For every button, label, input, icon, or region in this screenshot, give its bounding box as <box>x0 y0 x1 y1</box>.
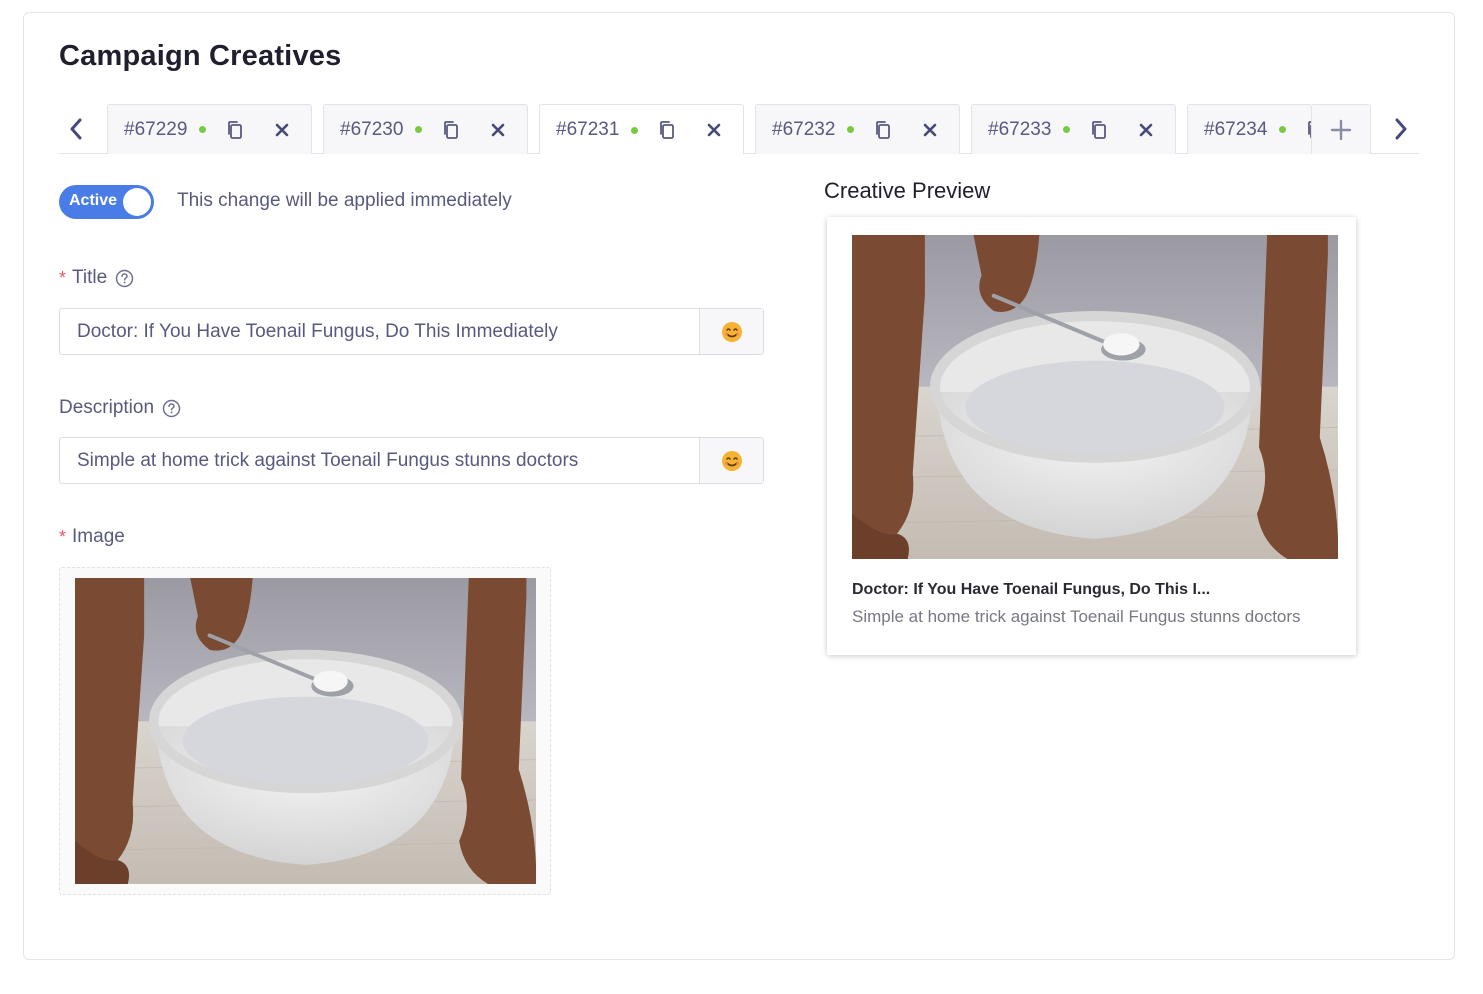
add-tab-button[interactable] <box>1311 104 1371 154</box>
active-toggle[interactable]: Active <box>59 185 154 219</box>
required-asterisk: * <box>59 526 67 547</box>
smiley-icon <box>721 450 742 471</box>
tab-creative[interactable]: #67229 <box>107 104 312 154</box>
close-icon[interactable] <box>706 121 724 139</box>
status-dot <box>631 126 639 134</box>
plus-icon <box>1330 119 1352 140</box>
status-dot <box>847 126 855 133</box>
tab-label: #67232 <box>772 118 836 140</box>
help-icon[interactable] <box>162 399 181 418</box>
tab-label: #67234 <box>1204 118 1268 140</box>
status-dot <box>199 126 207 133</box>
tab-label: #67229 <box>124 118 188 140</box>
status-dot <box>1279 126 1287 133</box>
creative-image <box>75 578 536 884</box>
image-label: Image <box>72 526 125 547</box>
close-icon[interactable] <box>922 121 940 139</box>
close-icon[interactable] <box>490 121 508 139</box>
copy-icon[interactable] <box>1090 120 1108 140</box>
tab-label: #67231 <box>556 119 620 140</box>
title-input[interactable] <box>60 309 699 354</box>
close-icon[interactable] <box>274 121 292 139</box>
emoji-picker-button[interactable] <box>699 309 763 354</box>
preview-image <box>852 235 1338 559</box>
tab-label: #67230 <box>340 118 404 140</box>
page-title: Campaign Creatives <box>59 40 342 72</box>
title-label: Title <box>72 267 108 288</box>
status-dot <box>1063 126 1071 133</box>
help-icon[interactable] <box>115 269 134 288</box>
status-dot <box>415 126 423 133</box>
tab-creative[interactable]: #67231 <box>539 104 744 154</box>
required-asterisk: * <box>59 267 67 288</box>
copy-icon[interactable] <box>658 120 676 140</box>
image-upload-box[interactable] <box>59 567 551 895</box>
description-input[interactable] <box>60 438 699 483</box>
chevron-right-icon[interactable] <box>1386 114 1416 144</box>
copy-icon[interactable] <box>442 120 460 140</box>
chevron-left-icon[interactable] <box>61 114 91 144</box>
tab-creative[interactable]: #67232 <box>755 104 960 154</box>
title-field-label: * Title <box>59 267 134 289</box>
tab-creative[interactable]: #67234 <box>1187 104 1311 154</box>
creative-tabs: #67229 #67230 #67231 #67232 #67233 #67234 <box>59 104 1419 154</box>
preview-heading: Creative Preview <box>824 178 991 203</box>
copy-icon[interactable] <box>874 120 892 140</box>
image-field-label: * Image <box>59 526 125 548</box>
smiley-icon <box>721 321 742 342</box>
tab-creative[interactable]: #67233 <box>971 104 1176 154</box>
emoji-picker-button[interactable] <box>699 438 763 483</box>
toggle-knob <box>123 188 151 216</box>
creative-preview-card: Doctor: If You Have Toenail Fungus, Do T… <box>827 217 1356 655</box>
description-input-group <box>59 437 764 484</box>
tab-strip: #67229 #67230 #67231 #67232 #67233 #67234 <box>107 104 1311 154</box>
title-input-group <box>59 308 764 355</box>
tab-creative[interactable]: #67230 <box>323 104 528 154</box>
tab-label: #67233 <box>988 118 1052 140</box>
toggle-label: Active <box>69 192 118 209</box>
toggle-note: This change will be applied immediately <box>177 190 512 211</box>
preview-title: Doctor: If You Have Toenail Fungus, Do T… <box>852 581 1211 598</box>
description-label: Description <box>59 397 155 418</box>
close-icon[interactable] <box>1138 121 1156 139</box>
copy-icon[interactable] <box>226 120 244 140</box>
description-field-label: Description <box>59 397 181 419</box>
preview-description: Simple at home trick against Toenail Fun… <box>852 607 1301 626</box>
